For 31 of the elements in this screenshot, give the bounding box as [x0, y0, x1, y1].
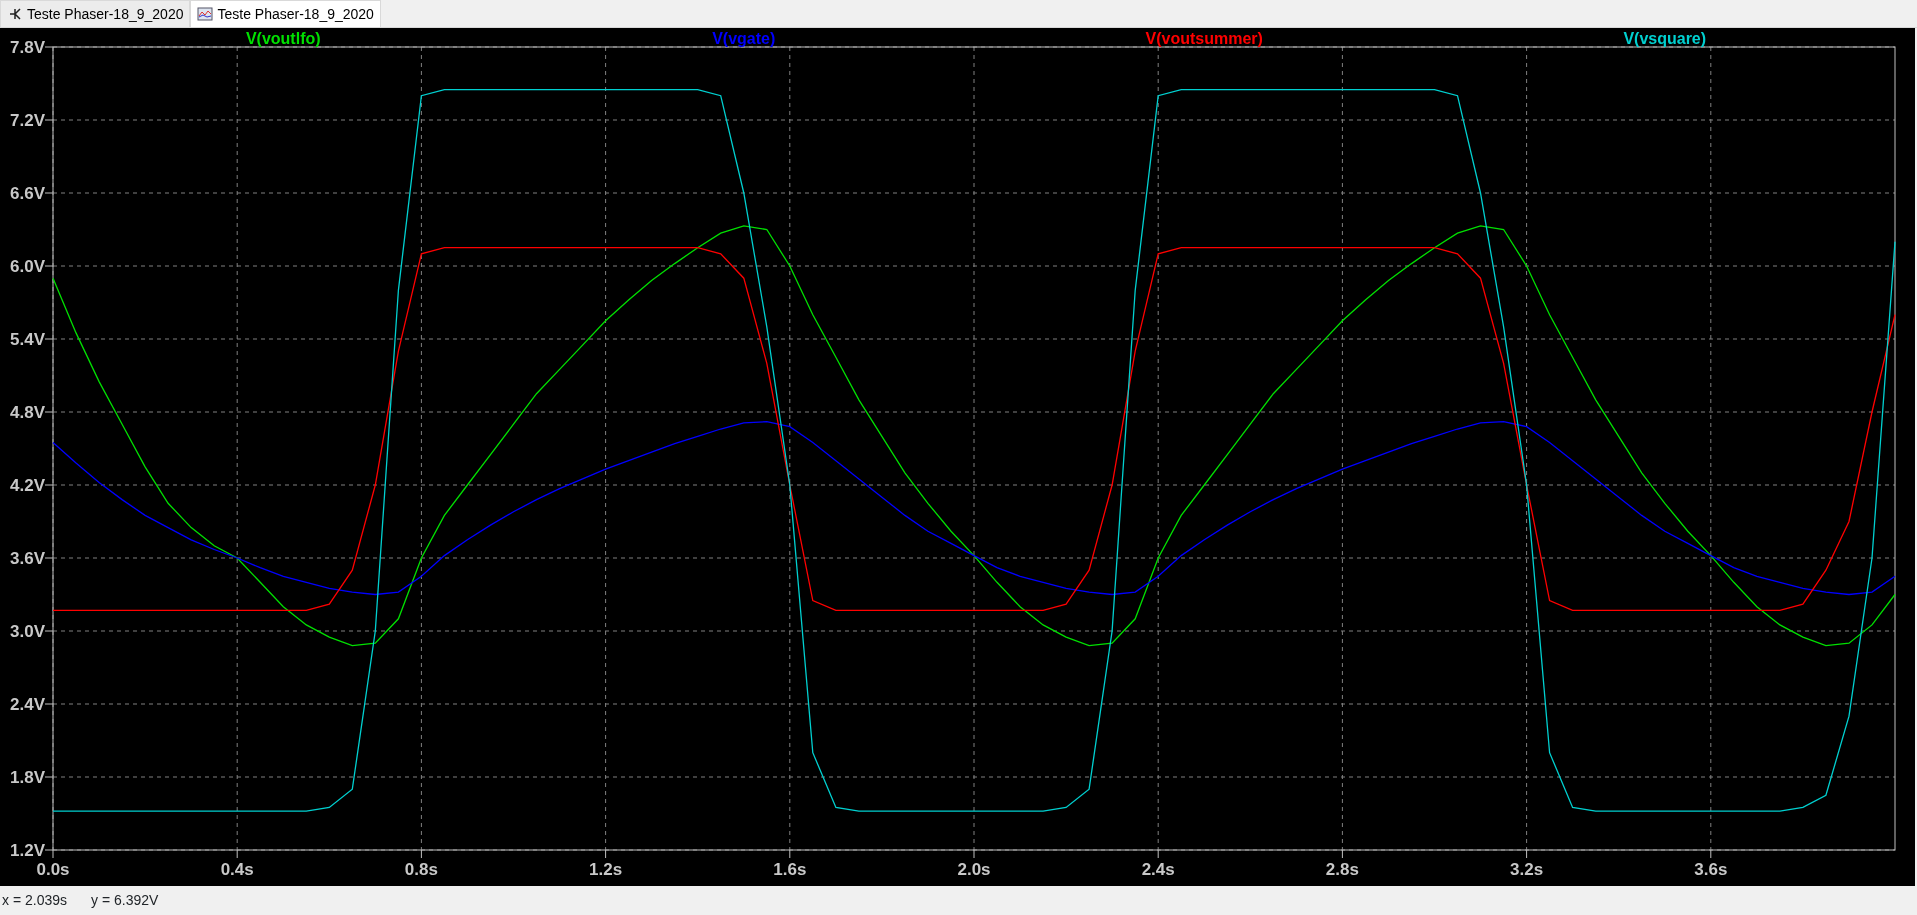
- axis-tick-label: 4.8V: [10, 403, 45, 422]
- tab[interactable]: Teste Phaser-18_9_2020: [190, 0, 381, 27]
- axis-tick-label: 1.2s: [589, 860, 623, 879]
- trace-label[interactable]: V(vsquare): [1623, 30, 1707, 47]
- waveform-icon: [197, 6, 214, 22]
- cursor-readout: y = 6.392V: [91, 891, 159, 910]
- axis-tick-label: 1.6s: [773, 860, 807, 879]
- axis-tick-label: 2.4s: [1141, 860, 1175, 879]
- axis-tick-label: 3.0V: [10, 622, 45, 641]
- axis-tick-label: 6.6V: [10, 184, 45, 203]
- axis-tick-label: 1.2V: [10, 841, 45, 860]
- axis-tick-label: 5.4V: [10, 330, 45, 349]
- axis-tick-label: 0.4s: [220, 860, 254, 879]
- axis-tick-label: 0.8s: [404, 860, 438, 879]
- axis-tick-label: 2.0s: [957, 860, 991, 879]
- axis-tick-label: 0.0s: [36, 860, 70, 879]
- axis-tick-label: 2.8s: [1325, 860, 1359, 879]
- axis-tick-label: 3.2s: [1510, 860, 1544, 879]
- axis-tick-label: 4.2V: [10, 476, 45, 495]
- axis-tick-label: 7.2V: [10, 111, 45, 130]
- axis-tick-label: 2.4V: [10, 695, 45, 714]
- axis-tick-label: 3.6s: [1694, 860, 1728, 879]
- axis-tick-label: 3.6V: [10, 549, 45, 568]
- cursor-readout: x = 2.039s: [2, 891, 67, 910]
- trace-label[interactable]: V(voutlfo): [245, 30, 321, 47]
- tab[interactable]: Teste Phaser-18_9_2020: [0, 0, 191, 27]
- axis-tick-label: 6.0V: [10, 257, 45, 276]
- axis-tick-label: 1.8V: [10, 768, 45, 787]
- trace-label[interactable]: V(voutsummer): [1145, 30, 1263, 47]
- axis-tick-label: 7.8V: [10, 38, 45, 57]
- schematic-icon: [7, 6, 23, 22]
